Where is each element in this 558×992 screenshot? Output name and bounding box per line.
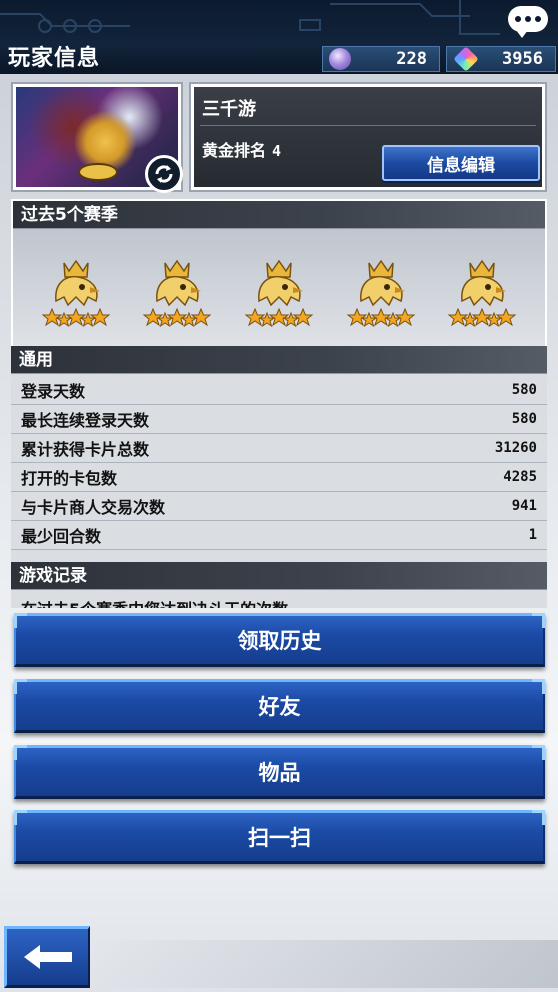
rank-text: 黄金排名 bbox=[202, 141, 267, 160]
items-button[interactable]: 物品 bbox=[14, 745, 545, 799]
gem-icon bbox=[329, 48, 351, 70]
stat-value: 580 bbox=[511, 411, 537, 427]
records-header: 游戏记录 bbox=[11, 562, 547, 590]
bottom-decoration bbox=[90, 940, 558, 988]
gem-currency[interactable]: 228 bbox=[322, 46, 440, 72]
profile-info-panel: 三千游 黄金排名 4 信息编辑 bbox=[189, 82, 547, 192]
stat-row: 与卡片商人交易次数 941 bbox=[11, 492, 547, 521]
gold-eagle-badge[interactable] bbox=[38, 257, 114, 329]
rank-label: 黄金排名 4 bbox=[202, 137, 281, 161]
gold-eagle-badge[interactable] bbox=[444, 257, 520, 329]
stat-row: 登录天数 580 bbox=[11, 376, 547, 405]
stat-label: 登录天数 bbox=[21, 382, 86, 401]
player-name: 三千游 bbox=[202, 99, 256, 120]
stat-value: 31260 bbox=[494, 440, 537, 456]
stat-value: 4285 bbox=[503, 469, 537, 485]
profile-info-inner: 三千游 黄金排名 4 信息编辑 bbox=[194, 87, 542, 187]
chat-dot bbox=[535, 16, 541, 22]
stat-label: 累计获得卡片总数 bbox=[21, 440, 150, 459]
seasons-header: 过去5个赛季 bbox=[13, 201, 545, 229]
stat-label: 打开的卡包数 bbox=[21, 469, 118, 488]
avatar-emblem bbox=[77, 163, 118, 181]
chat-dot bbox=[525, 16, 531, 22]
page-title: 玩家信息 bbox=[8, 46, 101, 71]
refresh-glyph bbox=[155, 165, 173, 183]
claim-history-button[interactable]: 领取历史 bbox=[14, 613, 545, 667]
rank-number: 4 bbox=[272, 142, 282, 160]
crystal-currency[interactable]: 3956 bbox=[446, 46, 556, 72]
gold-eagle-badge[interactable] bbox=[139, 257, 215, 329]
stat-value: 580 bbox=[511, 382, 537, 398]
crystal-count: 3956 bbox=[502, 49, 543, 69]
stat-row: 打开的卡包数 4285 bbox=[11, 463, 547, 492]
stats-panel: 通用 登录天数 580 最长连续登录天数 580 累计获得卡片总数 31260 打开的卡包数… bbox=[11, 346, 547, 608]
stat-value: 1 bbox=[528, 527, 537, 543]
stat-label: 最少回合数 bbox=[21, 527, 102, 546]
back-arrow-icon bbox=[23, 945, 72, 969]
top-bar: 玩家信息 228 3956 bbox=[0, 0, 558, 74]
scan-button[interactable]: 扫一扫 bbox=[14, 810, 545, 864]
back-button[interactable] bbox=[4, 926, 90, 988]
stat-label: 最长连续登录天数 bbox=[21, 411, 150, 430]
gold-eagle-badge[interactable] bbox=[343, 257, 419, 329]
gold-eagle-badge[interactable] bbox=[241, 257, 317, 329]
stat-row: 累计获得卡片总数 31260 bbox=[11, 434, 547, 463]
refresh-icon[interactable] bbox=[145, 155, 183, 193]
seasons-panel: 过去5个赛季 bbox=[11, 199, 547, 349]
stat-value: 941 bbox=[511, 498, 537, 514]
records-row-clipped: 在过去5个赛季中您达到决斗王的次数 bbox=[11, 596, 547, 608]
friends-button[interactable]: 好友 bbox=[14, 679, 545, 733]
chat-dot bbox=[515, 16, 521, 22]
stat-label: 与卡片商人交易次数 bbox=[21, 498, 166, 517]
chat-bubble-icon[interactable] bbox=[508, 6, 548, 38]
edit-profile-button[interactable]: 信息编辑 bbox=[382, 145, 540, 181]
divider bbox=[200, 125, 536, 126]
season-badge-row bbox=[13, 257, 545, 329]
stat-row: 最少回合数 1 bbox=[11, 521, 547, 550]
general-header: 通用 bbox=[11, 346, 547, 374]
stat-row: 最长连续登录天数 580 bbox=[11, 405, 547, 434]
gem-count: 228 bbox=[396, 49, 427, 69]
